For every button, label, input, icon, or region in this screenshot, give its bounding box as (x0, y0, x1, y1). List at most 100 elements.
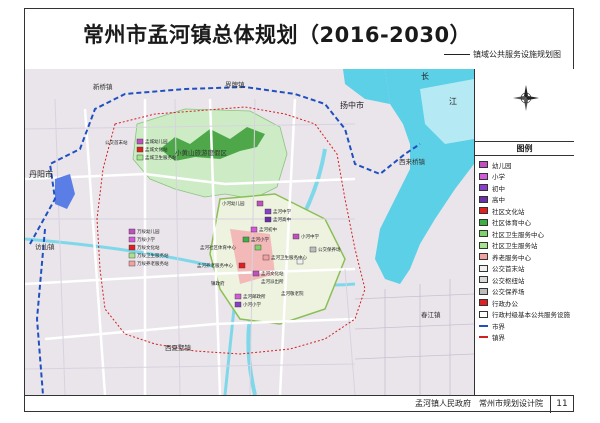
marker-health-1[interactable] (136, 154, 144, 161)
legend-label: 养老服务中心 (492, 253, 531, 262)
marker-middle-1[interactable] (264, 208, 272, 215)
marker-kindergarten-3[interactable] (256, 200, 264, 207)
facility-label-4: 万绥幼儿园 (137, 230, 160, 235)
marker-kindergarten-1[interactable] (136, 138, 144, 145)
facility-label-3: 孟城卫生服务站 (145, 156, 177, 161)
place-jiechai: 界牌镇 (225, 81, 245, 89)
legend-swatch (479, 218, 488, 226)
map-subtitle-text: 镇域公共服务设施规划图 (473, 50, 561, 59)
place-fanggu: 访仙镇 (35, 243, 55, 251)
page-number: 11 (550, 396, 573, 413)
legend-item: 小学 (479, 171, 571, 183)
legend-item: 高中 (479, 194, 571, 206)
facility-label-18: 孟河派出所 (261, 280, 284, 285)
place-xiaxi: 西夏墅镇 (165, 344, 191, 352)
place-chang: 长 (421, 72, 429, 81)
facility-label-21: 小河小学 (243, 303, 261, 308)
marker-sports-1[interactable] (242, 236, 250, 243)
legend-label: 行政办公 (492, 299, 518, 308)
legend-swatch (479, 230, 488, 238)
legend-label: 行政村级基本公共服务设施 (492, 311, 570, 320)
title-bar: 常州市孟河镇总体规划（2016-2030） 镇域公共服务设施规划图 (25, 9, 573, 70)
footer-credit: 孟河镇人民政府 常州市规划设计院 (415, 399, 543, 408)
legend-label: 社区卫生服务中心 (492, 230, 544, 239)
map-subtitle: 镇域公共服务设施规划图 (444, 49, 561, 60)
legend-label: 公交保养场 (492, 288, 525, 297)
facility-label-5: 万绥小学 (137, 238, 155, 243)
legend-swatch (479, 195, 488, 203)
legend-swatch (479, 172, 488, 180)
facility-label-9: 小河幼儿园 (222, 202, 245, 207)
footer: 孟河镇人民政府 常州市规划设计院 11 (25, 395, 573, 413)
compass-west (513, 96, 526, 100)
legend-panel: 图例 幼儿园 小学 初中 高中 社区文化站 社区体育中心 社区卫生服务中心 社区卫生服务站 养老… (474, 69, 574, 395)
facility-label-20: 孟河邮政所 (243, 295, 266, 300)
facility-label-23: 孟河敬老院 (281, 292, 304, 297)
subtitle-dash (444, 54, 470, 55)
facility-label-24: 公交保养场 (318, 248, 341, 253)
marker-elderly-1[interactable] (128, 260, 136, 267)
marker-primary-1[interactable] (128, 236, 136, 243)
legend-label: 高中 (492, 196, 505, 205)
marker-primary-2[interactable] (250, 226, 258, 233)
marker-health-center-1[interactable] (254, 244, 262, 251)
legend-swatch (479, 207, 488, 215)
marker-culture-2[interactable] (128, 244, 136, 251)
legend-line-swatch (479, 336, 488, 339)
marker-kindergarten-4[interactable] (252, 270, 260, 277)
legend-label: 初中 (492, 184, 505, 193)
facility-label-19: 镇政府 (211, 282, 225, 287)
legend-label: 社区文化站 (492, 207, 525, 216)
marker-culture-1[interactable] (136, 146, 144, 153)
legend-item: 初中 (479, 182, 571, 194)
marker-middle-2[interactable] (234, 301, 242, 308)
legend-swatch (479, 310, 488, 318)
legend-title: 图例 (475, 141, 574, 156)
legend-label: 公交枢纽站 (492, 276, 525, 285)
facility-label-22: 小河中学 (301, 235, 319, 240)
place-jiang: 江 (449, 97, 457, 106)
legend-item: 公交保养场 (479, 286, 571, 298)
marker-culture-3[interactable] (238, 262, 246, 269)
legend-item: 公交枢纽站 (479, 274, 571, 286)
facility-label-2: 孟城文化站 (145, 148, 168, 153)
facility-label-11: 孟河高中 (273, 218, 291, 223)
legend-item: 幼儿园 (479, 159, 571, 171)
facility-label-15: 孟河卫生服务中心 (271, 256, 307, 261)
map-canvas[interactable]: 新桥镇 界牌镇 长 江 扬中市 丹阳市 西来桥镇 访仙镇 小黄山旅游度假区 春江… (25, 69, 474, 395)
legend-swatch (479, 253, 488, 261)
legend-item: 社区卫生服务中心 (479, 228, 571, 240)
facility-label-17: 孟河文化站 (261, 272, 284, 277)
marker-elderly-2[interactable] (262, 254, 270, 261)
legend-item: 行政办公 (479, 297, 571, 309)
facility-label-12: 孟河初中 (259, 228, 277, 233)
legend-label: 幼儿园 (492, 161, 512, 170)
legend-label: 社区卫生服务站 (492, 242, 538, 251)
map-sheet: 常州市孟河镇总体规划（2016-2030） 镇域公共服务设施规划图 新桥镇 界牌… (24, 8, 574, 413)
legend-line-swatch (479, 324, 488, 327)
marker-primary-3[interactable] (234, 293, 242, 300)
facility-label-7: 万绥卫生服务站 (137, 254, 169, 259)
marker-kindergarten-5[interactable] (292, 233, 300, 240)
legend-line-label: 市界 (492, 322, 505, 331)
legend-item: 社区卫生服务站 (479, 240, 571, 252)
marker-high-1[interactable] (264, 216, 272, 223)
legend-item: 养老服务中心 (479, 251, 571, 263)
legend-item: 行政村级基本公共服务设施 (479, 309, 571, 321)
marker-health-2[interactable] (128, 252, 136, 259)
legend-item: 公交首末站 (479, 263, 571, 275)
compass-north (524, 85, 528, 98)
legend-swatch (479, 299, 488, 307)
place-danyang: 丹阳市 (29, 170, 53, 179)
facility-label-1: 孟城幼儿园 (145, 140, 168, 145)
facility-label-0: 公交首末站 (105, 141, 128, 146)
marker-kindergarten-2[interactable] (128, 228, 136, 235)
facility-label-14: 孟河社区体育中心 (200, 246, 236, 251)
legend-list: 幼儿园 小学 初中 高中 社区文化站 社区体育中心 社区卫生服务中心 社区卫生服务站 养老服务中… (479, 159, 571, 343)
legend-label: 小学 (492, 173, 505, 182)
legend-line-label: 镇界 (492, 334, 505, 343)
place-chunjiang: 春江镇 (421, 311, 441, 319)
marker-bus-depot[interactable] (309, 246, 317, 253)
facility-label-6: 万绥文化站 (137, 246, 160, 251)
facility-label-10: 孟河中学 (273, 210, 291, 215)
